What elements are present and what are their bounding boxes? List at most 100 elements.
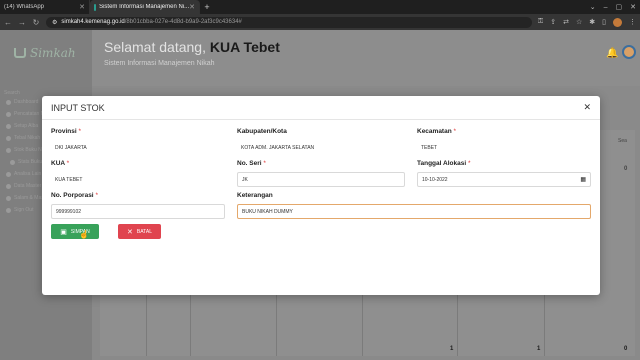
bell-icon[interactable]: 🔔 bbox=[606, 48, 618, 59]
label-text: Tanggal Alokasi bbox=[417, 160, 467, 167]
back-icon[interactable]: ← bbox=[4, 18, 12, 27]
dashboard-icon bbox=[6, 99, 11, 105]
column-header: Sea bbox=[618, 138, 627, 144]
message-icon bbox=[6, 195, 11, 201]
provinsi-field: Provinsi * DKI JAKARTA bbox=[51, 128, 225, 155]
logo[interactable]: Simkah bbox=[14, 46, 76, 60]
no-seri-label: No. Seri * bbox=[237, 160, 405, 167]
label-text: Provinsi bbox=[51, 128, 77, 135]
kua-label: KUA * bbox=[51, 160, 225, 167]
database-icon bbox=[6, 183, 11, 189]
label-text: No. Porporasi bbox=[51, 192, 94, 199]
share-icon[interactable]: ⇪ bbox=[550, 18, 556, 27]
no-seri-input[interactable]: JK bbox=[237, 172, 405, 187]
new-tab-button[interactable]: + bbox=[200, 0, 214, 14]
modal-header: INPUT STOK ✕ bbox=[42, 96, 600, 120]
porporasi-field: No. Porporasi * 999999102 bbox=[51, 192, 225, 219]
cancel-label: BATAL bbox=[136, 228, 152, 235]
cancel-button[interactable]: ✕ BATAL bbox=[118, 224, 161, 239]
close-icon[interactable]: ✕ bbox=[189, 3, 195, 11]
label-text: Keterangan bbox=[237, 192, 273, 199]
chevron-down-icon[interactable]: ⌄ bbox=[590, 3, 596, 11]
close-icon[interactable]: ✕ bbox=[79, 3, 85, 11]
provinsi-label: Provinsi * bbox=[51, 128, 225, 135]
sign-out-icon bbox=[6, 207, 11, 213]
profile-avatar[interactable] bbox=[613, 17, 622, 27]
total-cell: 1 bbox=[537, 346, 541, 352]
sidebar-item-label: Data Master bbox=[14, 183, 42, 189]
page: Simkah Search Dashboard Pencatatan Nik..… bbox=[0, 30, 640, 360]
kecamatan-field: Kecamatan * TEBET bbox=[417, 128, 591, 155]
minimize-icon[interactable]: – bbox=[604, 4, 608, 11]
browser-tab-bar: (14) WhatsApp ✕ Sistem Informasi Manajem… bbox=[0, 0, 640, 14]
window-close-icon[interactable]: ✕ bbox=[630, 3, 636, 11]
modal-title: INPUT STOK bbox=[51, 103, 105, 113]
book-icon bbox=[6, 111, 11, 117]
url-field[interactable]: ⚙ simkah4.kemenag.go.id/8b01cbba-027e-4d… bbox=[46, 16, 532, 28]
header: Selamat datang, KUA Tebet Sistem Informa… bbox=[92, 30, 640, 86]
tab-simkah[interactable]: Sistem Informasi Manajemen Ni... ✕ bbox=[90, 0, 200, 14]
translate-icon[interactable]: ⇄ bbox=[563, 18, 569, 27]
user-avatar[interactable] bbox=[622, 45, 636, 59]
mouse-cursor-icon: ☝ bbox=[79, 230, 89, 239]
tab-title: (14) WhatsApp bbox=[4, 4, 45, 10]
box-icon bbox=[6, 147, 11, 153]
label-text: No. Seri bbox=[237, 160, 262, 167]
input-stok-modal: INPUT STOK ✕ Provinsi * DKI JAKARTA Kabu… bbox=[42, 96, 600, 295]
welcome-prefix: Selamat datang, bbox=[104, 39, 206, 55]
sidebar-item-label: Dashboard bbox=[14, 99, 39, 105]
bookmark-star-icon[interactable]: ☆ bbox=[576, 18, 582, 27]
kua-select[interactable]: KUA TEBET bbox=[51, 172, 225, 187]
key-icon[interactable]: ⚿ bbox=[538, 18, 543, 27]
tanggal-alokasi-field: Tanggal Alokasi * 10-10-2022 ▦ bbox=[417, 160, 591, 187]
date-value: 10-10-2022 bbox=[422, 176, 448, 183]
label-text: KUA bbox=[51, 160, 65, 167]
tanggal-alokasi-input[interactable]: 10-10-2022 ▦ bbox=[417, 172, 591, 187]
provinsi-select[interactable]: DKI JAKARTA bbox=[51, 140, 225, 155]
menu-icon[interactable]: ⋮ bbox=[629, 18, 636, 27]
required-mark: * bbox=[263, 160, 266, 167]
site-info-icon[interactable]: ⚙ bbox=[52, 19, 57, 26]
porporasi-input[interactable]: 999999102 bbox=[51, 204, 225, 219]
porporasi-label: No. Porporasi * bbox=[51, 192, 225, 199]
sidepanel-icon[interactable]: ▯ bbox=[602, 18, 606, 27]
total-cell: 1 bbox=[450, 346, 454, 352]
url-host: simkah4.kemenag.go.id bbox=[61, 19, 125, 25]
sidebar-item-label: Sign Out bbox=[14, 207, 34, 213]
sidebar-item-label: Tebal Nikah bbox=[14, 135, 41, 141]
simkah-favicon-icon bbox=[94, 3, 97, 11]
page-title: Selamat datang, KUA Tebet bbox=[104, 39, 280, 55]
kabupaten-select[interactable]: KOTA ADM. JAKARTA SELATAN bbox=[237, 140, 405, 155]
analysis-icon bbox=[6, 171, 11, 177]
total-cell: 0 bbox=[624, 346, 628, 352]
list-icon bbox=[6, 135, 11, 141]
reload-icon[interactable]: ↻ bbox=[32, 18, 40, 27]
logo-text: Simkah bbox=[30, 46, 76, 60]
extensions-icon[interactable]: ✱ bbox=[589, 18, 595, 27]
close-icon: ✕ bbox=[127, 228, 133, 236]
logo-icon bbox=[14, 48, 26, 58]
kabupaten-label: Kabupaten/Kota bbox=[237, 128, 405, 135]
keterangan-input[interactable]: BUKU NIKAH DUMMY bbox=[237, 204, 591, 219]
required-mark: * bbox=[95, 192, 98, 199]
kabupaten-field: Kabupaten/Kota KOTA ADM. JAKARTA SELATAN bbox=[237, 128, 405, 155]
tanggal-alokasi-label: Tanggal Alokasi * bbox=[417, 160, 591, 167]
save-button[interactable]: ▣ SIMPAN bbox=[51, 224, 99, 239]
close-icon[interactable]: ✕ bbox=[583, 102, 591, 113]
calendar-icon[interactable]: ▦ bbox=[580, 176, 586, 183]
required-mark: * bbox=[467, 160, 471, 167]
keterangan-label: Keterangan bbox=[237, 192, 591, 199]
table-cell: 0 bbox=[624, 166, 628, 172]
sidebar-item-label: Setup Alba bbox=[14, 123, 39, 129]
welcome-name: KUA Tebet bbox=[209, 39, 280, 55]
maximize-icon[interactable]: ▢ bbox=[616, 3, 623, 11]
tab-title: Sistem Informasi Manajemen Ni... bbox=[99, 4, 190, 10]
url-path: /8b01cbba-027e-4d8d-b9a9-2af3c9c43634# bbox=[124, 19, 242, 25]
keterangan-field: Keterangan BUKU NIKAH DUMMY bbox=[237, 192, 591, 219]
kecamatan-select[interactable]: TEBET bbox=[417, 140, 591, 155]
forward-icon[interactable]: → bbox=[18, 18, 26, 27]
chart-icon bbox=[10, 159, 15, 165]
required-mark: * bbox=[453, 128, 457, 135]
tab-whatsapp[interactable]: (14) WhatsApp ✕ bbox=[0, 0, 90, 14]
setup-icon bbox=[6, 123, 11, 129]
